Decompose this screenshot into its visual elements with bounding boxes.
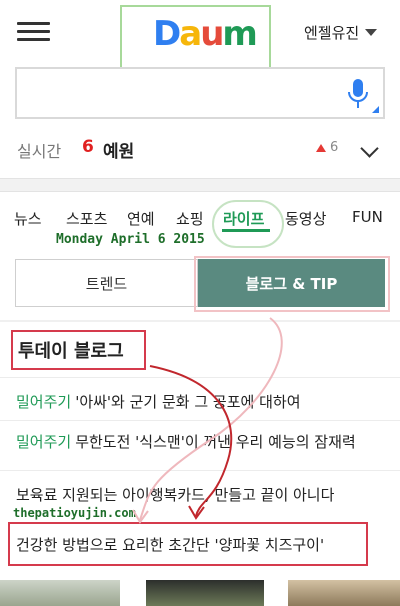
thumbnail-image[interactable] bbox=[0, 580, 120, 606]
red-arrow bbox=[149, 365, 233, 517]
annotation-arrows bbox=[132, 317, 283, 524]
pink-arrow bbox=[139, 317, 283, 521]
thumbnail-image[interactable] bbox=[288, 580, 400, 606]
thumbnail-image[interactable] bbox=[146, 580, 264, 606]
